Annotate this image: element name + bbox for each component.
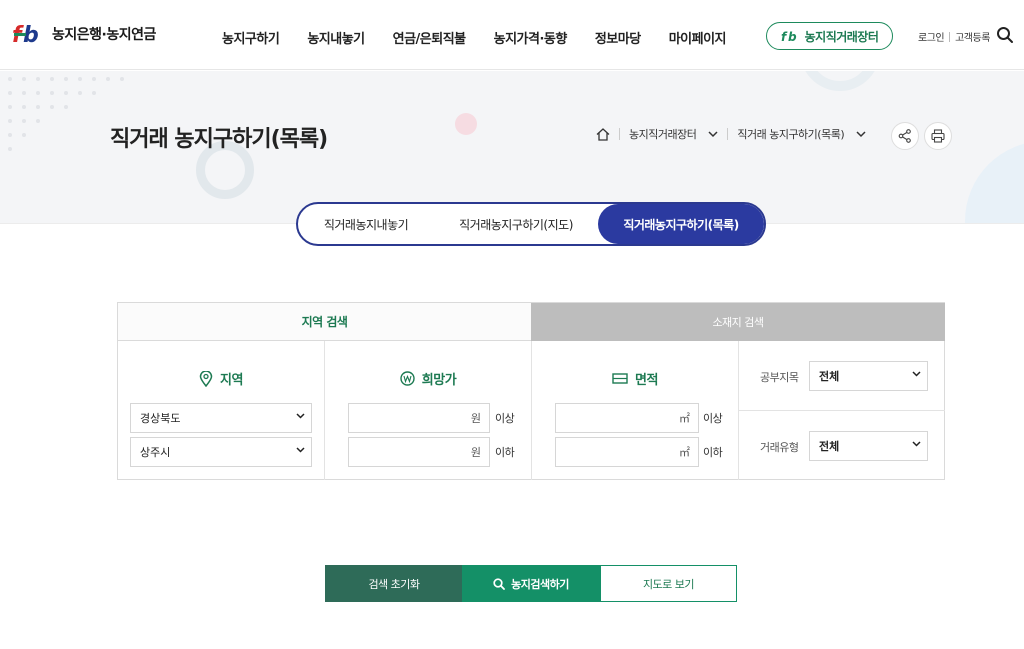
nav-item-info[interactable]: 정보마당: [595, 28, 641, 47]
price-max-suffix: 이하: [495, 446, 515, 459]
filter-row-divider: [739, 410, 945, 411]
area-max-input[interactable]: ㎡: [555, 437, 699, 467]
nav-item-price-trends[interactable]: 농지가격·동향: [494, 28, 568, 47]
tab-region-search[interactable]: 지역 검색: [118, 303, 531, 341]
price-min-input[interactable]: 원: [348, 403, 490, 433]
fb-logo-icon: f b: [12, 23, 39, 47]
deal-type-label: 거래유형: [760, 441, 799, 454]
sub-tabs: 직거래농지내놓기 직거래농지구하기(지도) 직거래농지구하기(목록): [296, 202, 766, 246]
area-min-input[interactable]: ㎡: [555, 403, 699, 433]
view-map-button[interactable]: 지도로 보기: [600, 565, 737, 602]
region-column: 지역 경상북도 상주시: [118, 341, 325, 480]
chevron-down-icon: [912, 441, 921, 447]
chevron-down-icon[interactable]: [708, 130, 718, 138]
nav-item-find-farmland[interactable]: 농지구하기: [222, 28, 280, 47]
tab-find-list[interactable]: 직거래농지구하기(목록): [598, 204, 764, 244]
land-category-value: 전체: [819, 370, 840, 383]
util-divider: [949, 31, 951, 42]
print-icon: [931, 129, 945, 143]
direct-market-button[interactable]: f b 농지직거래장터: [766, 22, 893, 50]
province-select-value: 경상북도: [140, 412, 181, 425]
city-select[interactable]: 상주시: [130, 437, 312, 467]
area-max-suffix: 이하: [703, 446, 723, 459]
won-coin-icon: [400, 371, 415, 386]
pink-dot-decoration: [455, 113, 477, 135]
breadcrumb-divider: [619, 128, 620, 140]
price-title: 희망가: [325, 369, 531, 388]
deal-type-select[interactable]: 전체: [809, 431, 928, 461]
search-panel: 지역 검색 소재지 검색 지역 경상북도 상주시 희망가 원 이상 원 이하 면…: [117, 302, 945, 480]
nav-item-pension[interactable]: 연금/은퇴직불: [393, 28, 467, 47]
area-title: 면적: [532, 369, 738, 388]
filter-column: 공부지목 전체 거래유형 전체: [739, 341, 945, 480]
tab-find-map[interactable]: 직거래농지구하기(지도): [434, 204, 598, 244]
svg-text:f: f: [781, 30, 788, 43]
chevron-down-icon: [296, 413, 305, 419]
share-icon: [898, 129, 911, 143]
deal-type-value: 전체: [819, 440, 840, 453]
search-icon[interactable]: [996, 26, 1014, 44]
price-max-input[interactable]: 원: [348, 437, 490, 467]
main-nav: 농지구하기 농지내놓기 연금/은퇴직불 농지가격·동향 정보마당 마이페이지: [222, 28, 754, 47]
price-max-unit: 원: [470, 446, 481, 459]
svg-text:b: b: [788, 30, 797, 43]
area-min-suffix: 이상: [703, 412, 723, 425]
price-min-unit: 원: [470, 412, 481, 425]
site-header: f b 농지은행·농지연금 농지구하기 농지내놓기 연금/은퇴직불 농지가격·동…: [0, 0, 1024, 70]
arc-decoration: [800, 71, 880, 91]
breadcrumb: 농지직거래장터 직거래 농지구하기(목록): [596, 126, 866, 142]
print-button[interactable]: [924, 122, 952, 150]
province-select[interactable]: 경상북도: [130, 403, 312, 433]
region-title: 지역: [118, 369, 324, 388]
logo-text: 농지은행·농지연금: [52, 27, 156, 43]
login-link[interactable]: 로그인: [918, 29, 945, 44]
area-column: 면적 ㎡ 이상 ㎡ 이하: [532, 341, 739, 480]
search-farmland-button[interactable]: 농지검색하기: [462, 565, 600, 602]
price-column: 희망가 원 이상 원 이하: [325, 341, 532, 480]
site-logo[interactable]: f b 농지은행·농지연금: [12, 21, 156, 47]
breadcrumb-item-market[interactable]: 농지직거래장터: [629, 126, 697, 142]
share-button[interactable]: [891, 122, 919, 150]
reset-search-button[interactable]: 검색 초기화: [325, 565, 463, 602]
area-max-unit: ㎡: [679, 446, 690, 459]
land-category-select[interactable]: 전체: [809, 361, 928, 391]
blue-arc-decoration: [965, 141, 1024, 223]
area-title-label: 면적: [635, 373, 658, 388]
breadcrumb-divider: [727, 128, 729, 140]
land-category-label: 공부지목: [760, 371, 799, 384]
nav-item-mypage[interactable]: 마이페이지: [669, 28, 727, 47]
search-farmland-label: 농지검색하기: [511, 577, 569, 591]
register-link[interactable]: 고객등록: [955, 29, 990, 44]
price-title-label: 희망가: [421, 373, 457, 388]
area-icon: [612, 373, 628, 384]
tab-sell-direct[interactable]: 직거래농지내놓기: [298, 204, 434, 244]
home-icon[interactable]: [596, 127, 610, 141]
chevron-down-icon: [296, 447, 305, 453]
area-min-unit: ㎡: [679, 412, 690, 425]
nav-item-sell-farmland[interactable]: 농지내놓기: [307, 28, 365, 47]
fb-mini-icon: f b: [781, 30, 798, 43]
search-icon: [493, 577, 506, 590]
tab-address-search[interactable]: 소재지 검색: [531, 303, 945, 341]
page-title: 직거래 농지구하기(목록): [110, 127, 328, 152]
breadcrumb-item-current[interactable]: 직거래 농지구하기(목록): [737, 126, 844, 142]
location-pin-icon: [199, 370, 213, 387]
region-title-label: 지역: [220, 373, 243, 388]
direct-market-label: 농지직거래장터: [804, 29, 879, 44]
price-min-suffix: 이상: [495, 412, 515, 425]
city-select-value: 상주시: [140, 446, 171, 459]
chevron-down-icon[interactable]: [856, 130, 866, 138]
chevron-down-icon: [912, 371, 921, 377]
util-links: 로그인 고객등록: [918, 29, 990, 44]
